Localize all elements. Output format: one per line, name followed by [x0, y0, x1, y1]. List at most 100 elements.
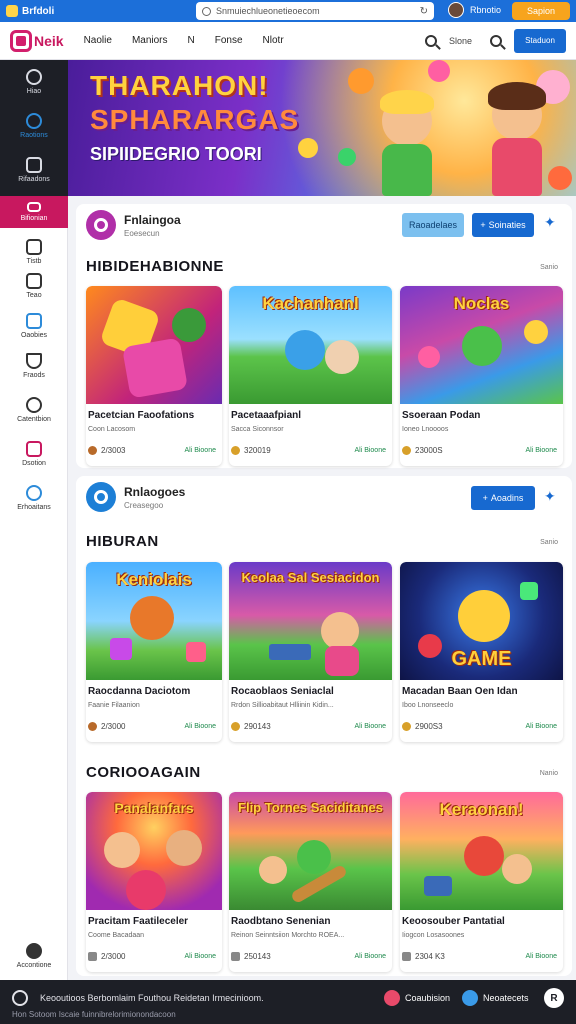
browser-brand: Brfdoli	[22, 5, 55, 17]
grid-icon	[26, 273, 42, 289]
subscribe-label: Aoadins	[490, 493, 524, 503]
see-more-link[interactable]: Nanio	[540, 770, 558, 777]
card-more-link[interactable]: Ali Bioone	[184, 447, 216, 454]
site-logo[interactable]: Neik	[10, 29, 64, 52]
card-more-link[interactable]: Ali Bioone	[525, 953, 557, 960]
card-more-link[interactable]: Ali Bioone	[354, 447, 386, 454]
sparkle-icon[interactable]: ✦	[544, 214, 556, 231]
game-meta: 2/3003	[88, 446, 125, 455]
close-icon[interactable]: R	[544, 988, 564, 1008]
sidebar-item-label: Tistb	[26, 258, 42, 265]
game-meta: 2/3000	[88, 722, 125, 731]
nav-link-2[interactable]: Maniors	[132, 35, 168, 46]
card-more-link[interactable]: Ali Bioone	[525, 447, 557, 454]
hero-title-line1: THARAHON!	[90, 70, 269, 101]
coin-icon	[402, 446, 411, 455]
sidebar-item-compass[interactable]: Catentbion	[0, 390, 68, 430]
game-card[interactable]: Keraonan! Keoosouber Pantatial Iiogcon L…	[400, 792, 563, 972]
game-title: Ssoeraan Podan	[402, 410, 481, 421]
sidebar-item-relations[interactable]: Raotions	[0, 106, 68, 146]
channel-secondary-button[interactable]: Raoadelaes	[402, 213, 464, 237]
bottom-item-1[interactable]: Coaubision	[384, 990, 450, 1006]
game-meta: 2900S3	[402, 722, 443, 731]
subscribe-button[interactable]: + Aoadins	[471, 486, 535, 510]
subscribe-label: Soinaties	[488, 220, 526, 230]
game-meta: 250143	[231, 952, 271, 961]
subscribe-button[interactable]: + Soinaties	[472, 213, 534, 237]
sidebar-item-label: Oaobies	[20, 332, 48, 339]
sidebar-item-label: Accontione	[16, 962, 52, 969]
top-user[interactable]: Rbnotio	[448, 2, 501, 18]
channel-header[interactable]: Fnlaingoa Eoesecun	[86, 210, 181, 240]
game-card[interactable]: GAME Macadan Baan Oen Idan Iboo Lnonseec…	[400, 562, 563, 742]
clock-icon	[26, 239, 42, 255]
game-subtitle: Coome Bacadaan	[88, 932, 145, 939]
hero-banner[interactable]: THARAHON! SPHARARGAS SIPIIDEGRIO TOORI	[68, 60, 576, 196]
sidebar-item-account[interactable]: Accontione	[0, 936, 68, 976]
game-meta: 320019	[231, 446, 271, 455]
game-card[interactable]: Flip Tornes Saciditanes Raodbtano Seneni…	[229, 792, 392, 972]
channel-header[interactable]: Rnlaogoes Creasegoo	[86, 482, 185, 512]
sidebar-item-messages[interactable]: Rifaadons	[0, 150, 68, 190]
search-icon	[202, 6, 211, 16]
sidebar-item-games[interactable]: Dsotion	[0, 434, 68, 474]
hero-title-line2: SPHARARGAS	[90, 104, 300, 135]
card-more-link[interactable]: Ali Bioone	[354, 723, 386, 730]
globe-icon	[26, 113, 42, 129]
card-more-link[interactable]: Ali Bioone	[354, 953, 386, 960]
calendar-icon	[88, 952, 97, 961]
game-card[interactable]: Panalanfars Pracitam Faatileceler Coome …	[86, 792, 222, 972]
cloud-icon	[26, 485, 42, 501]
nav-link-1[interactable]: Naolie	[84, 35, 112, 46]
gear-icon	[26, 69, 42, 85]
nav-link-5[interactable]: Nlotr	[263, 35, 284, 46]
sidebar-item-label: Rifaadons	[18, 176, 50, 183]
card-more-link[interactable]: Ali Bioone	[184, 953, 216, 960]
thumbnail-title: Keolaa Sal Sesiacidon	[241, 570, 380, 585]
nav-link-3[interactable]: N	[188, 35, 195, 46]
game-meta: 2304 K3	[402, 952, 445, 961]
chat-icon	[26, 157, 42, 173]
thumbnail-title: Keraonan!	[439, 800, 524, 819]
channel-name: Fnlaingoa	[124, 212, 181, 227]
reload-icon[interactable]: ↻	[420, 6, 428, 17]
bottom-bar: Keooutioos Berbomlaim Fouthou Reidetan I…	[0, 980, 576, 1024]
search-icon[interactable]	[424, 34, 437, 47]
game-thumbnail: GAME	[400, 562, 563, 680]
see-more-link[interactable]: Sanio	[540, 539, 558, 546]
sidebar-item-cloud[interactable]: Erhoaitans	[0, 478, 68, 518]
game-card[interactable]: Kachanhanl Pacetaaafpianl Sacca Siconnso…	[229, 286, 392, 466]
game-card[interactable]: Keniolais Raocdanna Daciotom Faanie Fila…	[86, 562, 222, 742]
game-thumbnail: Kachanhanl	[229, 286, 392, 404]
sidebar-item-grid[interactable]: Teao	[0, 266, 68, 306]
card-more-link[interactable]: Ali Bioone	[184, 723, 216, 730]
nav-link-4[interactable]: Fonse	[215, 35, 243, 46]
game-meta: 290143	[231, 722, 271, 731]
sparkle-icon[interactable]: ✦	[544, 488, 556, 505]
section-title: HIBIDEHABIONNE	[86, 258, 224, 275]
game-card[interactable]: Pacetcian Faoofations Coon Lacosom 2/300…	[86, 286, 222, 466]
game-card[interactable]: Noclas Ssoeraan Podan Ioneo Lnoooos 2300…	[400, 286, 563, 466]
sidebar-item-docs[interactable]: Oaobies	[0, 306, 68, 346]
coin-icon	[231, 446, 240, 455]
gamepad-icon	[26, 441, 42, 457]
avatar	[448, 2, 464, 18]
sidebar-item-active[interactable]: Bifionian	[0, 196, 68, 228]
sidebar-item-shield[interactable]: Fraods	[0, 346, 68, 386]
url-text: Snmuiechlueonetieoecom	[216, 6, 320, 16]
game-thumbnail: Flip Tornes Saciditanes	[229, 792, 392, 910]
url-bar[interactable]: Snmuiechlueonetieoecom ↻	[196, 2, 434, 20]
sidebar-item-label: Raotions	[20, 132, 48, 139]
header-cta-button[interactable]: Staduon	[514, 28, 566, 53]
search-icon[interactable]	[490, 34, 502, 47]
bottom-item-2[interactable]: Neoatecets	[462, 990, 529, 1006]
game-card[interactable]: Keolaa Sal Sesiacidon Rocaoblaos Seniacl…	[229, 562, 392, 742]
card-more-link[interactable]: Ali Bioone	[525, 723, 557, 730]
balloon-decor	[338, 148, 356, 166]
game-title: Keoosouber Pantatial	[402, 916, 505, 927]
sidebar-item-home[interactable]: Hiao	[0, 62, 68, 102]
search-label[interactable]: Slone	[449, 36, 472, 46]
top-signin-button[interactable]: Sapion	[512, 2, 570, 20]
see-more-link[interactable]: Sanio	[540, 264, 558, 271]
game-title: Pracitam Faatileceler	[88, 916, 189, 927]
